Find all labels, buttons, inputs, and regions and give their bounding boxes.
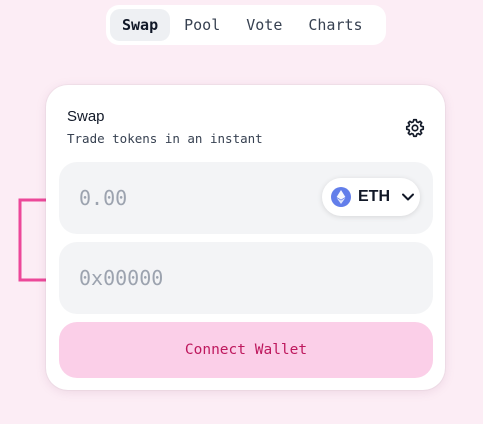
token-selector-button[interactable]: ETH	[322, 178, 420, 216]
ethereum-icon	[331, 187, 351, 207]
address-field	[59, 242, 433, 314]
chevron-down-icon	[402, 193, 414, 201]
address-input[interactable]	[59, 242, 309, 314]
card-title: Swap	[67, 108, 105, 125]
connect-wallet-button[interactable]: Connect Wallet	[59, 322, 433, 378]
card-subtitle: Trade tokens in an instant	[67, 131, 263, 146]
amount-input[interactable]	[59, 162, 309, 234]
token-symbol: ETH	[358, 188, 390, 205]
swap-card: Swap Trade tokens in an instant ETH Conn…	[46, 85, 445, 390]
gear-icon[interactable]	[404, 117, 426, 139]
amount-field: ETH	[59, 162, 433, 234]
